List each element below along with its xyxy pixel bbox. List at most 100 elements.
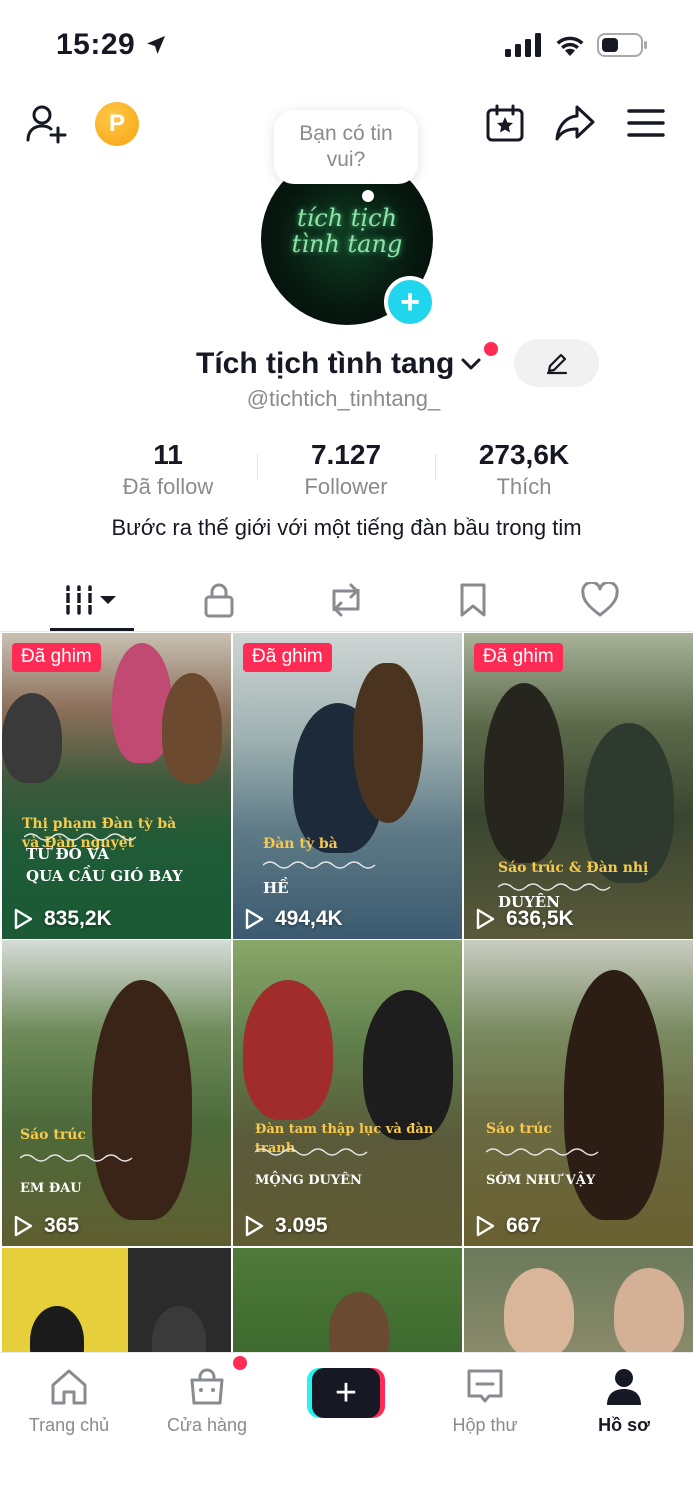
calendar-button[interactable]	[481, 99, 529, 147]
grid-icon	[66, 585, 116, 615]
profile-icon	[607, 1369, 641, 1405]
video-tile[interactable]: Đã ghim Đàn tỳ bà HỀ 494,4K	[233, 633, 462, 939]
pencil-icon	[546, 353, 567, 375]
avatar-logo-text: tích tịch tình tang	[261, 205, 433, 257]
performer-figure	[243, 980, 333, 1120]
play-icon	[14, 1215, 33, 1237]
status-bar: 15:29	[0, 0, 693, 90]
performer-figure	[329, 1292, 389, 1352]
view-count-value: 3.095	[275, 1214, 328, 1237]
caption-line: MỘNG DUYÊN	[255, 1173, 362, 1188]
view-count: 3.095	[243, 1214, 328, 1238]
pinned-badge: Đã ghim	[243, 643, 332, 672]
profile-bio: Bước ra thế giới với một tiếng đàn bầu t…	[111, 515, 582, 540]
create-icon: +	[312, 1368, 380, 1418]
edit-profile-button[interactable]	[514, 339, 599, 387]
view-count-value: 636,5K	[506, 907, 574, 930]
followers-label: Follower	[304, 474, 388, 499]
play-icon	[476, 908, 495, 930]
lock-icon	[204, 583, 234, 618]
video-tile[interactable]	[2, 1248, 231, 1352]
wifi-icon	[556, 36, 584, 56]
heart-icon	[581, 582, 619, 617]
tab-videos[interactable]	[50, 572, 134, 628]
add-story-button[interactable]: +	[384, 276, 436, 328]
video-caption-instrument: Sáo trúc & Đàn nhị	[498, 859, 648, 878]
status-time: 15:29	[56, 28, 136, 61]
video-tile[interactable]: Sáo trúc SỚM NHƯ VẬY 667	[464, 940, 693, 1246]
tabs-divider	[0, 631, 693, 632]
view-count-value: 365	[44, 1214, 80, 1237]
video-tile[interactable]	[464, 1248, 693, 1352]
view-count-value: 494,4K	[275, 907, 343, 930]
performer-figure	[484, 683, 564, 863]
repost-icon	[332, 583, 360, 617]
performer-figure	[162, 673, 222, 783]
instrument-figure	[353, 663, 423, 823]
create-video-button[interactable]: +	[307, 1368, 385, 1418]
caption-line: Sáo trúc	[20, 1127, 86, 1143]
performer-figure	[363, 990, 453, 1140]
caption-line: QUA CẦU GIÓ BAY	[26, 867, 183, 885]
video-tile[interactable]: Đàn tam thập lục và đàn tranh MỘNG DUYÊN…	[233, 940, 462, 1246]
view-count: 667	[474, 1214, 541, 1238]
nav-inbox-label: Hộp thư	[452, 1415, 518, 1435]
inbox-icon	[467, 1369, 503, 1403]
battery-icon	[597, 33, 647, 57]
nav-shop-label: Cửa hàng	[166, 1415, 248, 1435]
wave-divider	[20, 1154, 133, 1162]
video-tile[interactable]	[233, 1248, 462, 1352]
likes-label: Thích	[496, 474, 552, 499]
profile-name-switcher[interactable]: Tích tịch tình tang	[196, 342, 484, 386]
following-stat[interactable]: 11 Đã follow	[88, 438, 248, 500]
performer-figure	[2, 693, 62, 783]
video-caption-song: EM ĐAU	[20, 1178, 82, 1200]
video-caption-song: HỀ	[263, 877, 289, 899]
video-caption-song: SỚM NHƯ VẬY	[486, 1170, 595, 1192]
video-tile[interactable]: Sáo trúc EM ĐAU 365	[2, 940, 231, 1246]
avatar-logo-line2: tình tang	[291, 230, 403, 258]
nav-inbox[interactable]: Hộp thư	[420, 1365, 550, 1436]
followers-stat[interactable]: 7.127 Follower	[266, 438, 426, 500]
avatar-logo-line1: tích tịch	[296, 204, 398, 232]
status-note-bubble[interactable]: Bạn có tin vui?	[274, 110, 418, 184]
pinned-badge: Đã ghim	[12, 643, 101, 672]
performer-figure	[504, 1268, 574, 1352]
caption-line: Sáo trúc	[486, 1121, 552, 1137]
bookmark-icon	[460, 583, 486, 617]
nav-home[interactable]: Trang chủ	[4, 1365, 134, 1436]
video-caption-song: TỪ ĐÓ VÀ QUA CẦU GIÓ BAY	[26, 843, 183, 887]
hamburger-menu-icon	[627, 109, 665, 137]
play-icon	[476, 1215, 495, 1237]
likes-stat[interactable]: 273,6K Thích	[444, 438, 604, 500]
menu-button[interactable]	[622, 99, 670, 147]
nav-profile[interactable]: Hồ sơ	[559, 1365, 689, 1436]
tab-liked[interactable]	[570, 572, 630, 628]
followers-count: 7.127	[310, 439, 382, 470]
tab-saved[interactable]	[443, 572, 503, 628]
share-profile-button[interactable]	[551, 99, 599, 147]
caption-line: TỪ ĐÓ VÀ	[26, 845, 109, 863]
wave-divider	[255, 1148, 368, 1156]
view-count: 835,2K	[12, 907, 112, 931]
wave-divider	[263, 861, 376, 869]
view-count: 494,4K	[243, 907, 343, 931]
caption-line: EM ĐAU	[20, 1181, 82, 1196]
performer-figure	[152, 1306, 206, 1352]
video-tile[interactable]: Đã ghim Thị phạm Đàn tỳ bà và Đàn nguyệt…	[2, 633, 231, 939]
chevron-down-icon	[461, 358, 481, 370]
tab-reposts[interactable]	[316, 572, 376, 628]
video-caption-instrument: Sáo trúc	[486, 1120, 552, 1139]
add-friend-button[interactable]	[22, 100, 70, 148]
view-count-value: 667	[506, 1214, 542, 1237]
performer-figure	[30, 1306, 84, 1352]
tab-private[interactable]	[189, 572, 249, 628]
following-label: Đã follow	[122, 474, 214, 499]
home-icon	[51, 1369, 87, 1405]
coin-button[interactable]: P	[95, 102, 139, 146]
video-tile[interactable]: Đã ghim Sáo trúc & Đàn nhị DUYÊN 636,5K	[464, 633, 693, 939]
bubble-text-line1: Bạn có tin	[299, 122, 393, 145]
nav-home-label: Trang chủ	[28, 1415, 110, 1435]
share-arrow-icon	[555, 105, 595, 141]
nav-shop[interactable]: Cửa hàng	[142, 1365, 272, 1436]
